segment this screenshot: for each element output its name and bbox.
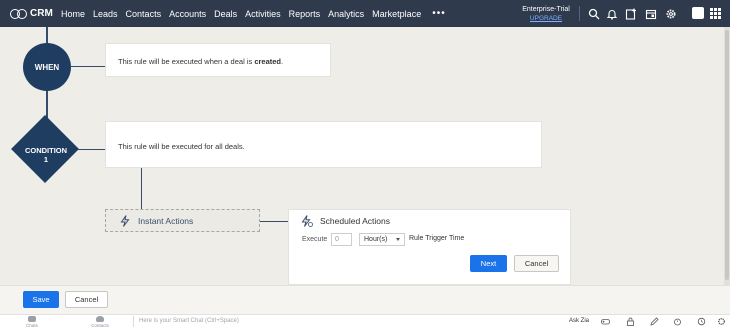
execute-label: Execute [302, 236, 328, 243]
form-footer [0, 285, 730, 314]
condition-card[interactable]: This rule will be executed for all deals… [105, 121, 542, 168]
nav-leads[interactable]: Leads [93, 9, 118, 19]
app-grid-icon[interactable] [710, 8, 721, 19]
condition-description: This rule will be executed for all deals… [118, 142, 245, 151]
when-description: This rule will be executed when a deal i… [118, 57, 284, 66]
crm-logo-icon [10, 8, 27, 19]
when-node[interactable]: WHEN [23, 43, 71, 91]
avatar[interactable] [692, 7, 704, 19]
scrollbar-thumb[interactable] [725, 30, 729, 280]
new-entry-icon[interactable] [624, 7, 637, 20]
condition-node-label: CONDITION 1 [24, 146, 68, 164]
when-node-label: WHEN [34, 62, 60, 72]
upgrade-link[interactable]: UPGRADE [520, 14, 572, 23]
connector-line [71, 66, 105, 67]
nav-activities[interactable]: Activities [245, 9, 281, 19]
connector-line [46, 27, 48, 43]
instant-actions-box[interactable]: Instant Actions [105, 209, 260, 232]
gamepad-icon[interactable] [601, 317, 610, 326]
nav-analytics[interactable]: Analytics [328, 9, 364, 19]
next-button[interactable]: Next [470, 255, 507, 272]
nav-deals[interactable]: Deals [214, 9, 237, 19]
edition-badge: Enterprise-Trial UPGRADE [520, 5, 572, 23]
calendar-icon[interactable] [644, 7, 657, 20]
nav-reports[interactable]: Reports [289, 9, 321, 19]
chats-button[interactable]: Chats [21, 316, 43, 328]
bottom-divider [133, 316, 134, 327]
rule-trigger-time-label: Rule Trigger Time [409, 235, 465, 242]
nav-home[interactable]: Home [61, 9, 85, 19]
pen-icon[interactable] [650, 317, 659, 326]
connector-line [141, 168, 142, 209]
smart-chat-input[interactable]: Here is your Smart Chat (Ctrl+Space) [139, 318, 239, 324]
nav-contacts[interactable]: Contacts [126, 9, 162, 19]
nav-marketplace[interactable]: Marketplace [372, 9, 421, 19]
bell-icon[interactable] [605, 7, 618, 20]
scheduled-cancel-button[interactable]: Cancel [514, 255, 559, 272]
settings-small-icon[interactable] [717, 317, 726, 326]
alarm-icon[interactable] [673, 317, 682, 326]
settings-icon[interactable] [664, 7, 677, 20]
contact-icon [96, 316, 104, 322]
search-icon[interactable] [587, 7, 600, 20]
top-navigation-bar: CRM Home Leads Contacts Accounts Deals A… [0, 0, 730, 27]
save-button[interactable]: Save [23, 291, 59, 308]
scheduled-lightning-icon [301, 215, 313, 227]
history-icon[interactable] [697, 317, 706, 326]
crm-logo[interactable]: CRM [10, 8, 56, 19]
lightning-icon [120, 214, 130, 227]
connector-line [260, 221, 288, 222]
execute-number-input[interactable]: 0 [331, 233, 352, 246]
instant-actions-label: Instant Actions [138, 215, 194, 226]
scheduled-actions-panel: Scheduled Actions Execute 0 Hour(s) Rule… [288, 209, 571, 285]
main-nav: Home Leads Contacts Accounts Deals Activ… [56, 0, 446, 27]
when-card[interactable]: This rule will be executed when a deal i… [105, 43, 331, 77]
crm-brand-text: CRM [30, 8, 53, 19]
more-menu-icon[interactable]: ••• [432, 8, 446, 19]
edition-label: Enterprise-Trial [522, 6, 570, 13]
contacts-label: Contacts [91, 323, 109, 328]
ask-zia-button[interactable]: Ask Zia [569, 318, 589, 324]
time-unit-select[interactable]: Hour(s) [359, 233, 405, 246]
scheduled-actions-title: Scheduled Actions [320, 216, 390, 226]
topbar-divider [579, 6, 580, 21]
time-unit-value: Hour(s) [364, 236, 388, 243]
lock-icon[interactable] [626, 317, 635, 326]
chat-icon [28, 316, 36, 322]
nav-accounts[interactable]: Accounts [169, 9, 206, 19]
cancel-button[interactable]: Cancel [65, 291, 108, 308]
contacts-button[interactable]: Contacts [89, 316, 111, 328]
trigger-event: created [254, 57, 282, 66]
chevron-down-icon [396, 238, 400, 241]
chats-label: Chats [26, 323, 38, 328]
